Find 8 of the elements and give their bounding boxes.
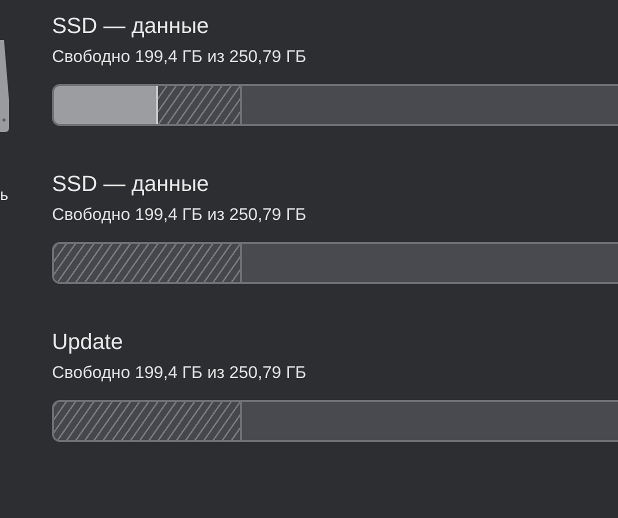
volume-name: Update xyxy=(52,328,124,356)
volume-name: SSD — данные xyxy=(52,12,210,40)
drive-icon xyxy=(0,40,10,132)
sidebar-label: ь xyxy=(0,186,8,206)
capacity-text: Свободно 199,4 ГБ из 250,79 ГБ xyxy=(52,46,308,68)
capacity-text: Свободно 199,4 ГБ из 250,79 ГБ xyxy=(52,204,308,226)
volume-name: SSD — данные xyxy=(52,170,210,198)
capacity-text: Свободно 199,4 ГБ из 250,79 ГБ xyxy=(52,362,308,384)
